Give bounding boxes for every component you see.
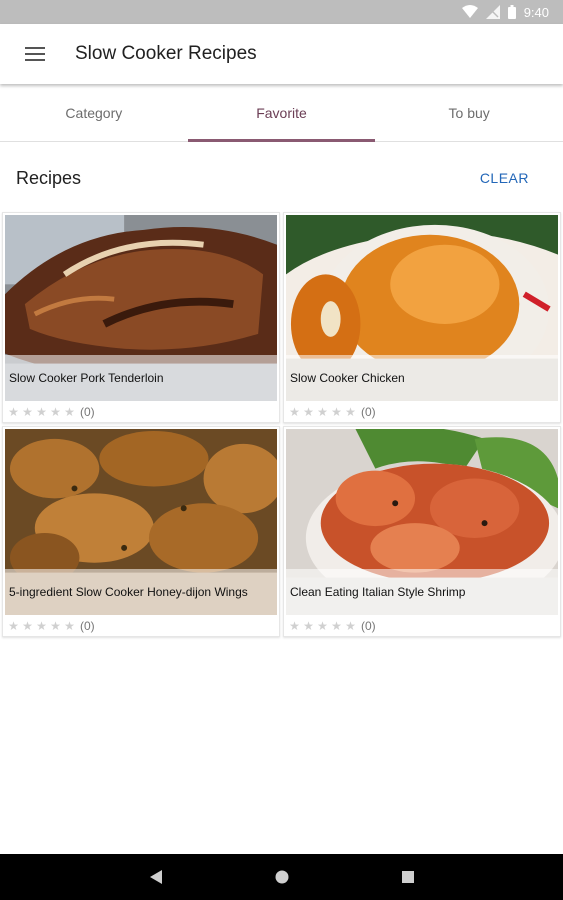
rating-count: (0): [361, 618, 376, 633]
status-bar: 9:40: [0, 0, 563, 24]
star-icon[interactable]: ★: [330, 619, 343, 633]
recipe-grid: Slow Cooker Pork Tenderloin ★ ★ ★ ★ ★ (0…: [2, 212, 561, 637]
rating-count: (0): [80, 404, 95, 419]
star-icon[interactable]: ★: [344, 619, 357, 633]
recipe-title: Slow Cooker Pork Tenderloin: [5, 355, 277, 402]
recents-square-icon: [401, 871, 414, 883]
recipe-card[interactable]: 5-ingredient Slow Cooker Honey-dijon Win…: [2, 426, 280, 637]
star-icon[interactable]: ★: [288, 619, 301, 633]
rating-row: ★ ★ ★ ★ ★ (0): [3, 401, 279, 422]
menu-button[interactable]: [0, 24, 70, 84]
recipe-image-honey-dijon-wings: 5-ingredient Slow Cooker Honey-dijon Win…: [5, 429, 277, 616]
battery-icon: [507, 5, 516, 19]
star-icon[interactable]: ★: [344, 405, 357, 419]
rating-count: (0): [80, 618, 95, 633]
star-icon[interactable]: ★: [316, 619, 329, 633]
star-icon[interactable]: ★: [35, 619, 48, 633]
tab-category[interactable]: Category: [0, 84, 188, 141]
tab-favorite[interactable]: Favorite: [187, 84, 376, 142]
star-icon[interactable]: ★: [302, 405, 315, 419]
star-icon[interactable]: ★: [35, 405, 48, 419]
tab-to-buy[interactable]: To buy: [375, 84, 563, 141]
clear-button[interactable]: CLEAR: [480, 170, 547, 186]
star-icon[interactable]: ★: [288, 405, 301, 419]
recents-button[interactable]: [388, 857, 428, 897]
recipe-card[interactable]: Slow Cooker Chicken ★ ★ ★ ★ ★ (0): [283, 212, 561, 423]
star-icon[interactable]: ★: [330, 405, 343, 419]
recipe-card[interactable]: Clean Eating Italian Style Shrimp ★ ★ ★ …: [283, 426, 561, 637]
section-header: Recipes CLEAR: [0, 150, 563, 206]
recipe-image-italian-shrimp: Clean Eating Italian Style Shrimp: [286, 429, 558, 616]
star-icon[interactable]: ★: [49, 405, 62, 419]
rating-row: ★ ★ ★ ★ ★ (0): [3, 615, 279, 636]
recipe-title: 5-ingredient Slow Cooker Honey-dijon Win…: [5, 569, 277, 616]
signal-icon: [485, 5, 500, 19]
star-icon[interactable]: ★: [21, 405, 34, 419]
home-circle-icon: [275, 870, 288, 884]
section-title: Recipes: [16, 167, 82, 188]
app-bar: Slow Cooker Recipes: [0, 24, 563, 84]
star-icon[interactable]: ★: [21, 619, 34, 633]
recipe-title: Slow Cooker Chicken: [286, 355, 558, 402]
back-button[interactable]: [136, 857, 176, 897]
rating-row: ★ ★ ★ ★ ★ (0): [284, 615, 560, 636]
tab-bar: Category Favorite To buy: [0, 84, 563, 142]
status-time: 9:40: [523, 4, 549, 20]
app-title: Slow Cooker Recipes: [75, 43, 257, 64]
recipe-title: Clean Eating Italian Style Shrimp: [286, 569, 558, 616]
back-triangle-icon: [149, 870, 162, 884]
wifi-icon: [461, 5, 478, 19]
star-icon[interactable]: ★: [7, 619, 20, 633]
recipe-image-pork-tenderloin: Slow Cooker Pork Tenderloin: [5, 215, 277, 402]
star-icon[interactable]: ★: [302, 619, 315, 633]
recipe-card[interactable]: Slow Cooker Pork Tenderloin ★ ★ ★ ★ ★ (0…: [2, 212, 280, 423]
star-icon[interactable]: ★: [63, 405, 76, 419]
rating-row: ★ ★ ★ ★ ★ (0): [284, 401, 560, 422]
star-icon[interactable]: ★: [63, 619, 76, 633]
star-icon[interactable]: ★: [7, 405, 20, 419]
recipe-image-chicken: Slow Cooker Chicken: [286, 215, 558, 402]
hamburger-icon: [25, 47, 45, 61]
rating-count: (0): [361, 404, 376, 419]
star-icon[interactable]: ★: [316, 405, 329, 419]
star-icon[interactable]: ★: [49, 619, 62, 633]
home-button[interactable]: [262, 857, 302, 897]
system-nav-bar: [0, 854, 563, 900]
